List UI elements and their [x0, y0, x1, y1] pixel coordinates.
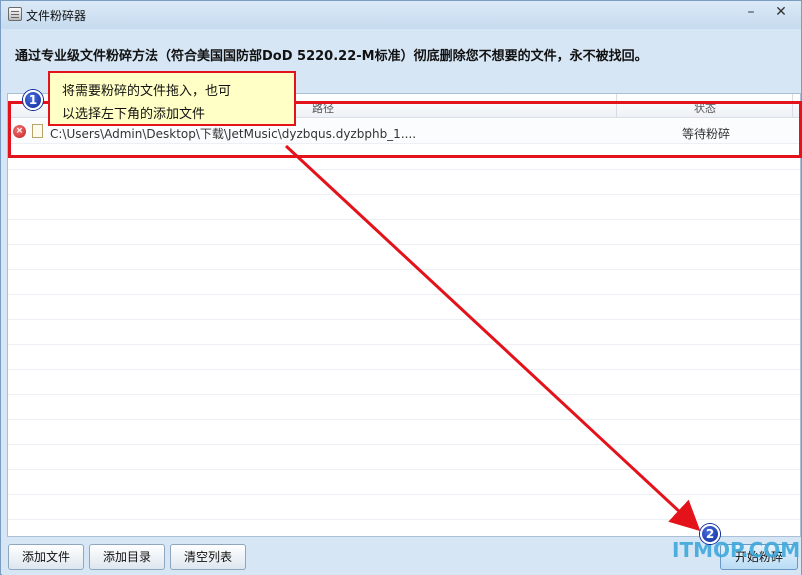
empty-row — [8, 220, 800, 245]
shredder-app-icon — [8, 7, 22, 21]
file-list[interactable]: 路径 状态 × C:\Users\Admin\Desktop\下载\JetMus… — [7, 93, 801, 537]
window-title: 文件粉碎器 — [26, 9, 87, 23]
close-icon[interactable]: ✕ — [767, 2, 795, 22]
callout-text-line1: 将需要粉碎的文件拖入，也可 — [62, 84, 232, 99]
empty-row — [8, 320, 800, 345]
empty-row — [8, 245, 800, 270]
empty-row — [8, 420, 800, 445]
empty-row — [8, 170, 800, 195]
description-panel: 通过专业级文件粉碎方法（符合美国国防部DoD 5220.22-M标准）彻底删除您… — [2, 29, 801, 77]
empty-row — [8, 345, 800, 370]
step-badge-1: 1 — [23, 90, 43, 110]
clear-list-button[interactable]: 清空列表 — [170, 544, 246, 570]
step-badge-2: 2 — [700, 524, 720, 544]
minimize-icon[interactable]: – — [737, 2, 765, 22]
description-text: 通过专业级文件粉碎方法（符合美国国防部DoD 5220.22-M标准）彻底删除您… — [15, 49, 648, 64]
empty-row — [8, 395, 800, 420]
title-bar[interactable]: 文件粉碎器 – ✕ — [1, 1, 801, 29]
annotation-callout: 将需要粉碎的文件拖入，也可 以选择左下角的添加文件 — [48, 71, 296, 126]
empty-row — [8, 445, 800, 470]
watermark: ITMOP.COM — [672, 538, 801, 562]
empty-row — [8, 270, 800, 295]
empty-row — [8, 195, 800, 220]
callout-text-line2: 以选择左下角的添加文件 — [62, 107, 206, 122]
add-directory-button[interactable]: 添加目录 — [89, 544, 165, 570]
add-file-button[interactable]: 添加文件 — [8, 544, 84, 570]
empty-row — [8, 495, 800, 520]
empty-row — [8, 470, 800, 495]
empty-row — [8, 295, 800, 320]
empty-row — [8, 370, 800, 395]
